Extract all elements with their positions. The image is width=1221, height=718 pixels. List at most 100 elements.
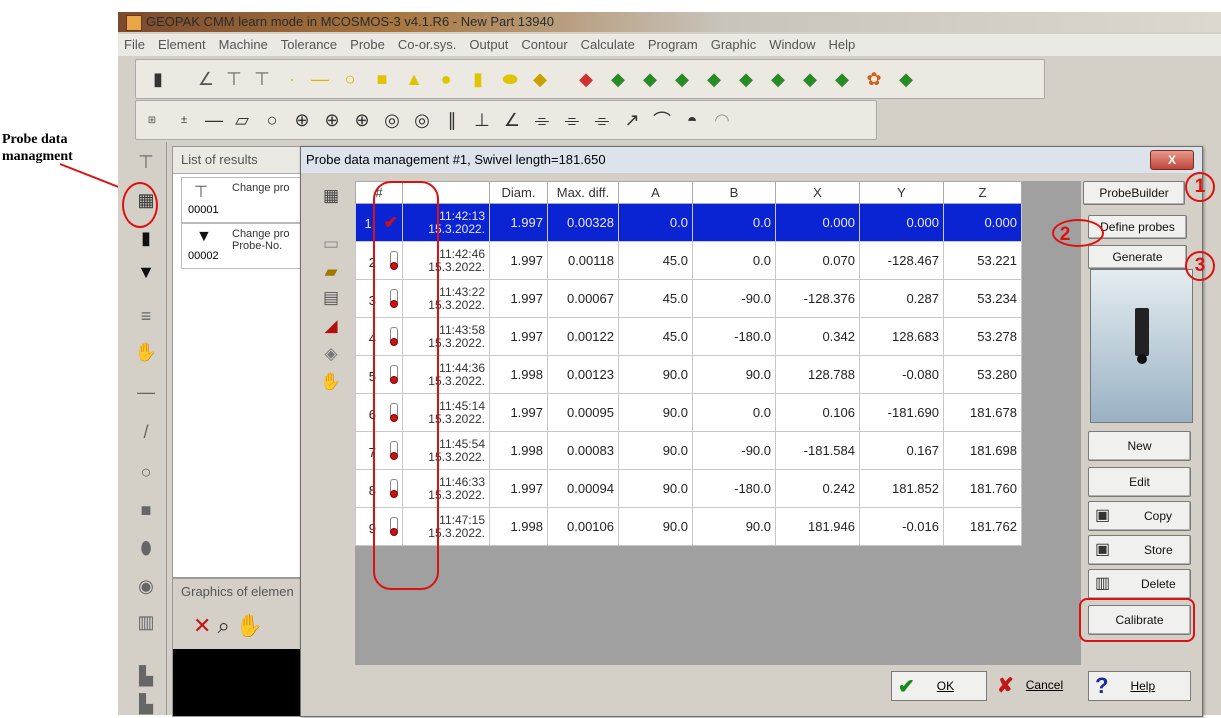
probe-tip-icon[interactable]: ▼: [132, 258, 160, 286]
cylinder-tool-icon[interactable]: ⬮: [132, 534, 160, 562]
parallelism-icon[interactable]: ∥: [440, 109, 464, 131]
probe-swap-icon[interactable]: ⊤: [250, 68, 274, 90]
circle-tool-icon[interactable]: ○: [132, 458, 160, 486]
projection-icon[interactable]: ◆: [734, 68, 758, 90]
runout-icon[interactable]: ⌯: [560, 109, 584, 131]
zoom-icon[interactable]: ⌕: [217, 613, 235, 638]
menu-item[interactable]: Program: [648, 34, 705, 56]
distance-icon[interactable]: ◆: [670, 68, 694, 90]
menu-item[interactable]: Output: [469, 34, 515, 56]
point-icon[interactable]: ·: [280, 68, 304, 90]
arrow-runout-icon[interactable]: ↗: [620, 109, 644, 131]
column-tool-icon[interactable]: ▥: [132, 608, 160, 636]
flatness-icon[interactable]: ▱: [230, 109, 254, 131]
angle-icon[interactable]: ∠: [194, 68, 218, 90]
symmetry-tol-icon[interactable]: ⌯: [530, 109, 554, 131]
generate-button[interactable]: Generate: [1088, 245, 1187, 269]
col-maxdiff[interactable]: Max. diff.: [547, 181, 619, 204]
plane-tool-icon[interactable]: ■: [132, 496, 160, 524]
menu-item[interactable]: Co-or.sys.: [398, 34, 464, 56]
table-row[interactable]: 3 11:43:22 15.3.2022. 1.997 0.00067 45.0 -90.0…: [355, 279, 1022, 318]
store-button[interactable]: ▣ Store: [1088, 535, 1191, 565]
table-row[interactable]: 9 11:47:15 15.3.2022. 1.998 0.00106 90.0 90.0 1…: [355, 507, 1022, 546]
blank-doc-icon[interactable]: ▭: [319, 233, 343, 255]
col-z[interactable]: Z: [943, 181, 1022, 204]
menu-item[interactable]: Contour: [521, 34, 574, 56]
pattern-icon[interactable]: ✿: [862, 68, 886, 90]
total-runout-icon[interactable]: ⌯: [590, 109, 614, 131]
graphics-canvas[interactable]: [173, 649, 309, 716]
concentricity-icon[interactable]: ◎: [380, 109, 404, 131]
open-folder-icon[interactable]: ▰: [319, 261, 343, 283]
box-icon[interactable]: ◆: [528, 68, 552, 90]
result-item[interactable]: ⊤ 00001 Change pro: [181, 177, 309, 223]
coaxiality-icon[interactable]: ◎: [410, 109, 434, 131]
line-icon[interactable]: —: [308, 68, 332, 90]
slash-icon[interactable]: /: [132, 418, 160, 446]
plane-icon[interactable]: ■: [370, 68, 394, 90]
col-a[interactable]: A: [618, 181, 693, 204]
relation-icon[interactable]: ◆: [574, 68, 598, 90]
table-row[interactable]: 7 11:45:54 15.3.2022. 1.998 0.00083 90.0 -90.0…: [355, 431, 1022, 470]
col-x[interactable]: X: [775, 181, 860, 204]
copy-button[interactable]: ▣ Copy: [1088, 501, 1191, 531]
help-button[interactable]: ? Help: [1088, 671, 1191, 701]
line-profile-icon[interactable]: ⌒: [650, 109, 674, 131]
probe-t-icon[interactable]: ⊤: [222, 68, 246, 90]
table-row[interactable]: 5 11:44:36 15.3.2022. 1.998 0.00123 90.0 90.0 1…: [355, 355, 1022, 394]
table-row[interactable]: 1 ✔ 11:42:13 15.3.2022. 1.997 0.00328 0.0 0.0 0.…: [355, 203, 1022, 242]
perpendicularity-icon[interactable]: ⊥: [470, 109, 494, 131]
midpoint-icon[interactable]: ◆: [766, 68, 790, 90]
cylinder-icon[interactable]: ▮: [466, 68, 490, 90]
angle-rel-icon[interactable]: ◆: [702, 68, 726, 90]
transfer-icon[interactable]: ◆: [894, 68, 918, 90]
ok-button[interactable]: ✔ OK: [891, 671, 987, 701]
probe-icon[interactable]: ▮: [132, 224, 160, 252]
tangent-icon[interactable]: ◆: [830, 68, 854, 90]
new-button[interactable]: New: [1088, 431, 1191, 461]
edit-button[interactable]: Edit: [1088, 467, 1191, 497]
col-y[interactable]: Y: [859, 181, 944, 204]
table-row[interactable]: 2 11:42:46 15.3.2022. 1.997 0.00118 45.0 0.0 0.…: [355, 241, 1022, 280]
delete-button[interactable]: ▥ Delete: [1088, 569, 1191, 599]
menu-item[interactable]: Machine: [219, 34, 275, 56]
coordinate-icon[interactable]: ≡: [132, 302, 160, 330]
tolerance-value-icon[interactable]: ±: [172, 109, 196, 131]
menu-item[interactable]: Window: [769, 34, 822, 56]
position2-icon[interactable]: ⊕: [320, 109, 344, 131]
surface-profile-icon[interactable]: ◓: [680, 109, 704, 131]
hand-icon[interactable]: ✋: [132, 338, 160, 366]
col-diam[interactable]: Diam.: [489, 181, 548, 204]
zoom-cancel-icon[interactable]: ✕: [193, 613, 217, 638]
eraser-icon[interactable]: ◈: [319, 343, 343, 365]
dome-icon[interactable]: ◠: [710, 109, 734, 131]
probe-change-icon[interactable]: ⊤: [132, 148, 160, 176]
edit-probe-icon[interactable]: ◢: [319, 315, 343, 337]
exit-icon[interactable]: ▮: [146, 68, 170, 90]
menu-item[interactable]: Graphic: [711, 34, 764, 56]
pan-hand-icon[interactable]: ✋: [236, 613, 269, 638]
intersect-icon[interactable]: ◆: [606, 68, 630, 90]
table-row[interactable]: 6 11:45:14 15.3.2022. 1.997 0.00095 90.0 0.0 0.…: [355, 393, 1022, 432]
menu-item[interactable]: File: [124, 34, 152, 56]
menu-item[interactable]: Help: [829, 34, 863, 56]
circle-icon[interactable]: ○: [338, 68, 362, 90]
connect-icon[interactable]: ◆: [798, 68, 822, 90]
slot-icon[interactable]: ⬬: [498, 68, 522, 90]
cancel-button[interactable]: ✘ Cancel: [991, 671, 1083, 699]
table-row[interactable]: 8 11:46:33 15.3.2022. 1.997 0.00094 90.0 -180.…: [355, 469, 1022, 508]
machine2-icon[interactable]: ▙: [132, 690, 160, 718]
tolerance-icon[interactable]: ⊞: [140, 109, 164, 131]
straightness-icon[interactable]: —: [202, 109, 226, 131]
dash-icon[interactable]: —: [132, 378, 160, 406]
hand-tool-icon[interactable]: ✋: [319, 371, 343, 393]
result-item[interactable]: ▼ 00002 Change pro Probe-No.: [181, 223, 309, 269]
cabinet-icon[interactable]: ▤: [319, 287, 343, 309]
cone-icon[interactable]: ▲: [402, 68, 426, 90]
menu-item[interactable]: Calculate: [581, 34, 642, 56]
close-button[interactable]: X: [1150, 150, 1194, 170]
position-icon[interactable]: ⊕: [290, 109, 314, 131]
roundness-icon[interactable]: ○: [260, 109, 284, 131]
col-b[interactable]: B: [692, 181, 776, 204]
machine-icon[interactable]: ▙: [132, 662, 160, 690]
